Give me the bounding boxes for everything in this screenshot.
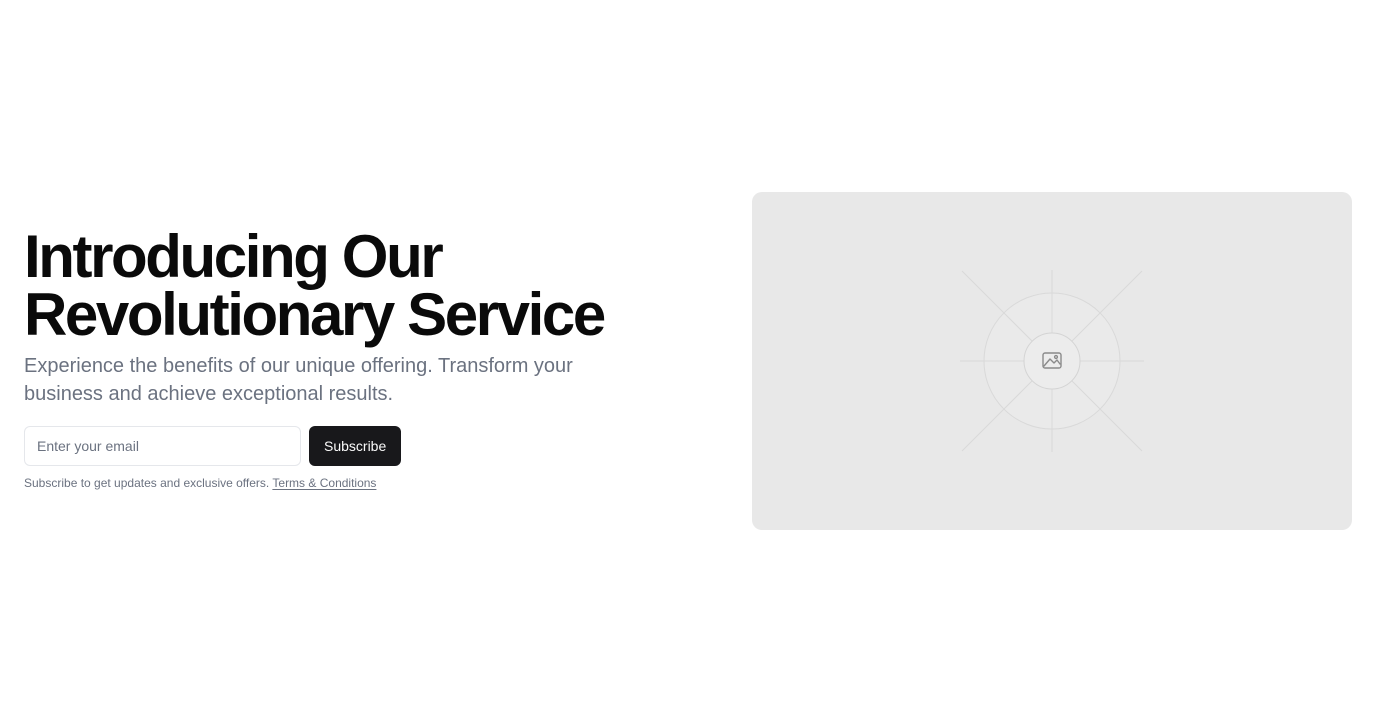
subscribe-button[interactable]: Subscribe [309,426,402,466]
hero-subtitle: Experience the benefits of our unique of… [24,355,573,405]
terms-link[interactable]: Terms & Conditions [272,476,376,490]
fine-print-text: Subscribe to get updates and exclusive o… [24,476,270,490]
hero-image-placeholder [752,192,1352,530]
hero-content: Introducing Our Revolutionary Service Ex… [24,223,664,491]
hero-title-line-2: Revolutionary Service [24,281,606,348]
signup-form: Subscribe [24,426,664,466]
landing-page: Introducing Our Revolutionary Service Ex… [0,0,1376,722]
signup-fine-print: Subscribe to get updates and exclusive o… [24,475,664,491]
email-input[interactable] [24,426,301,466]
placeholder-graphic [960,270,1144,452]
hero-title: Introducing Our Revolutionary Service [24,223,664,348]
hero-title-line-1: Introducing Our [24,223,444,290]
